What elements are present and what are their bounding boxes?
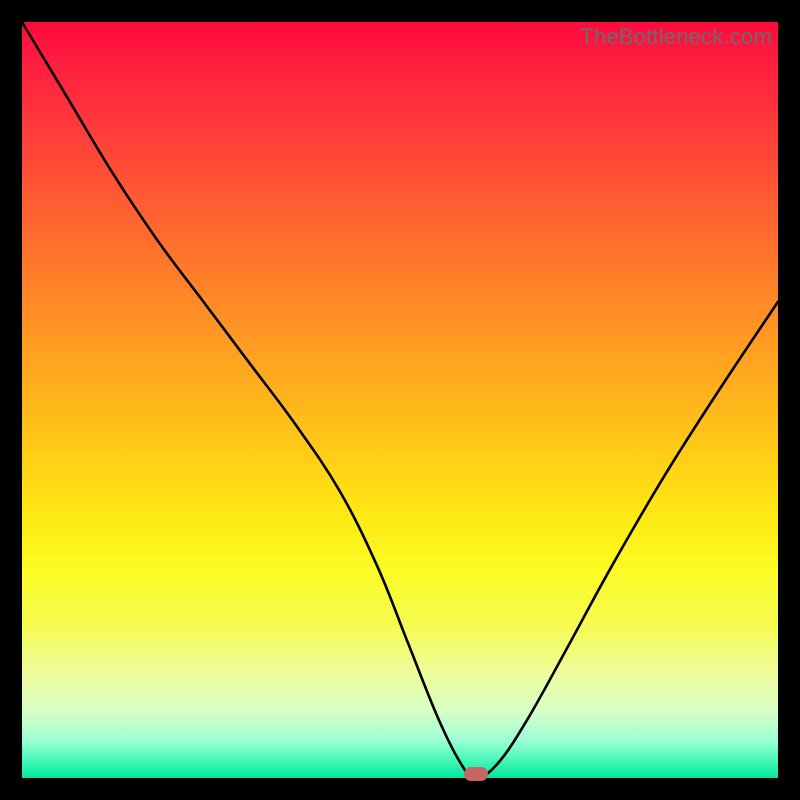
bottleneck-curve — [22, 22, 778, 778]
chart-frame: TheBottleneck.com — [0, 0, 800, 800]
plot-area: TheBottleneck.com — [22, 22, 778, 778]
optimal-point-marker — [464, 767, 488, 781]
